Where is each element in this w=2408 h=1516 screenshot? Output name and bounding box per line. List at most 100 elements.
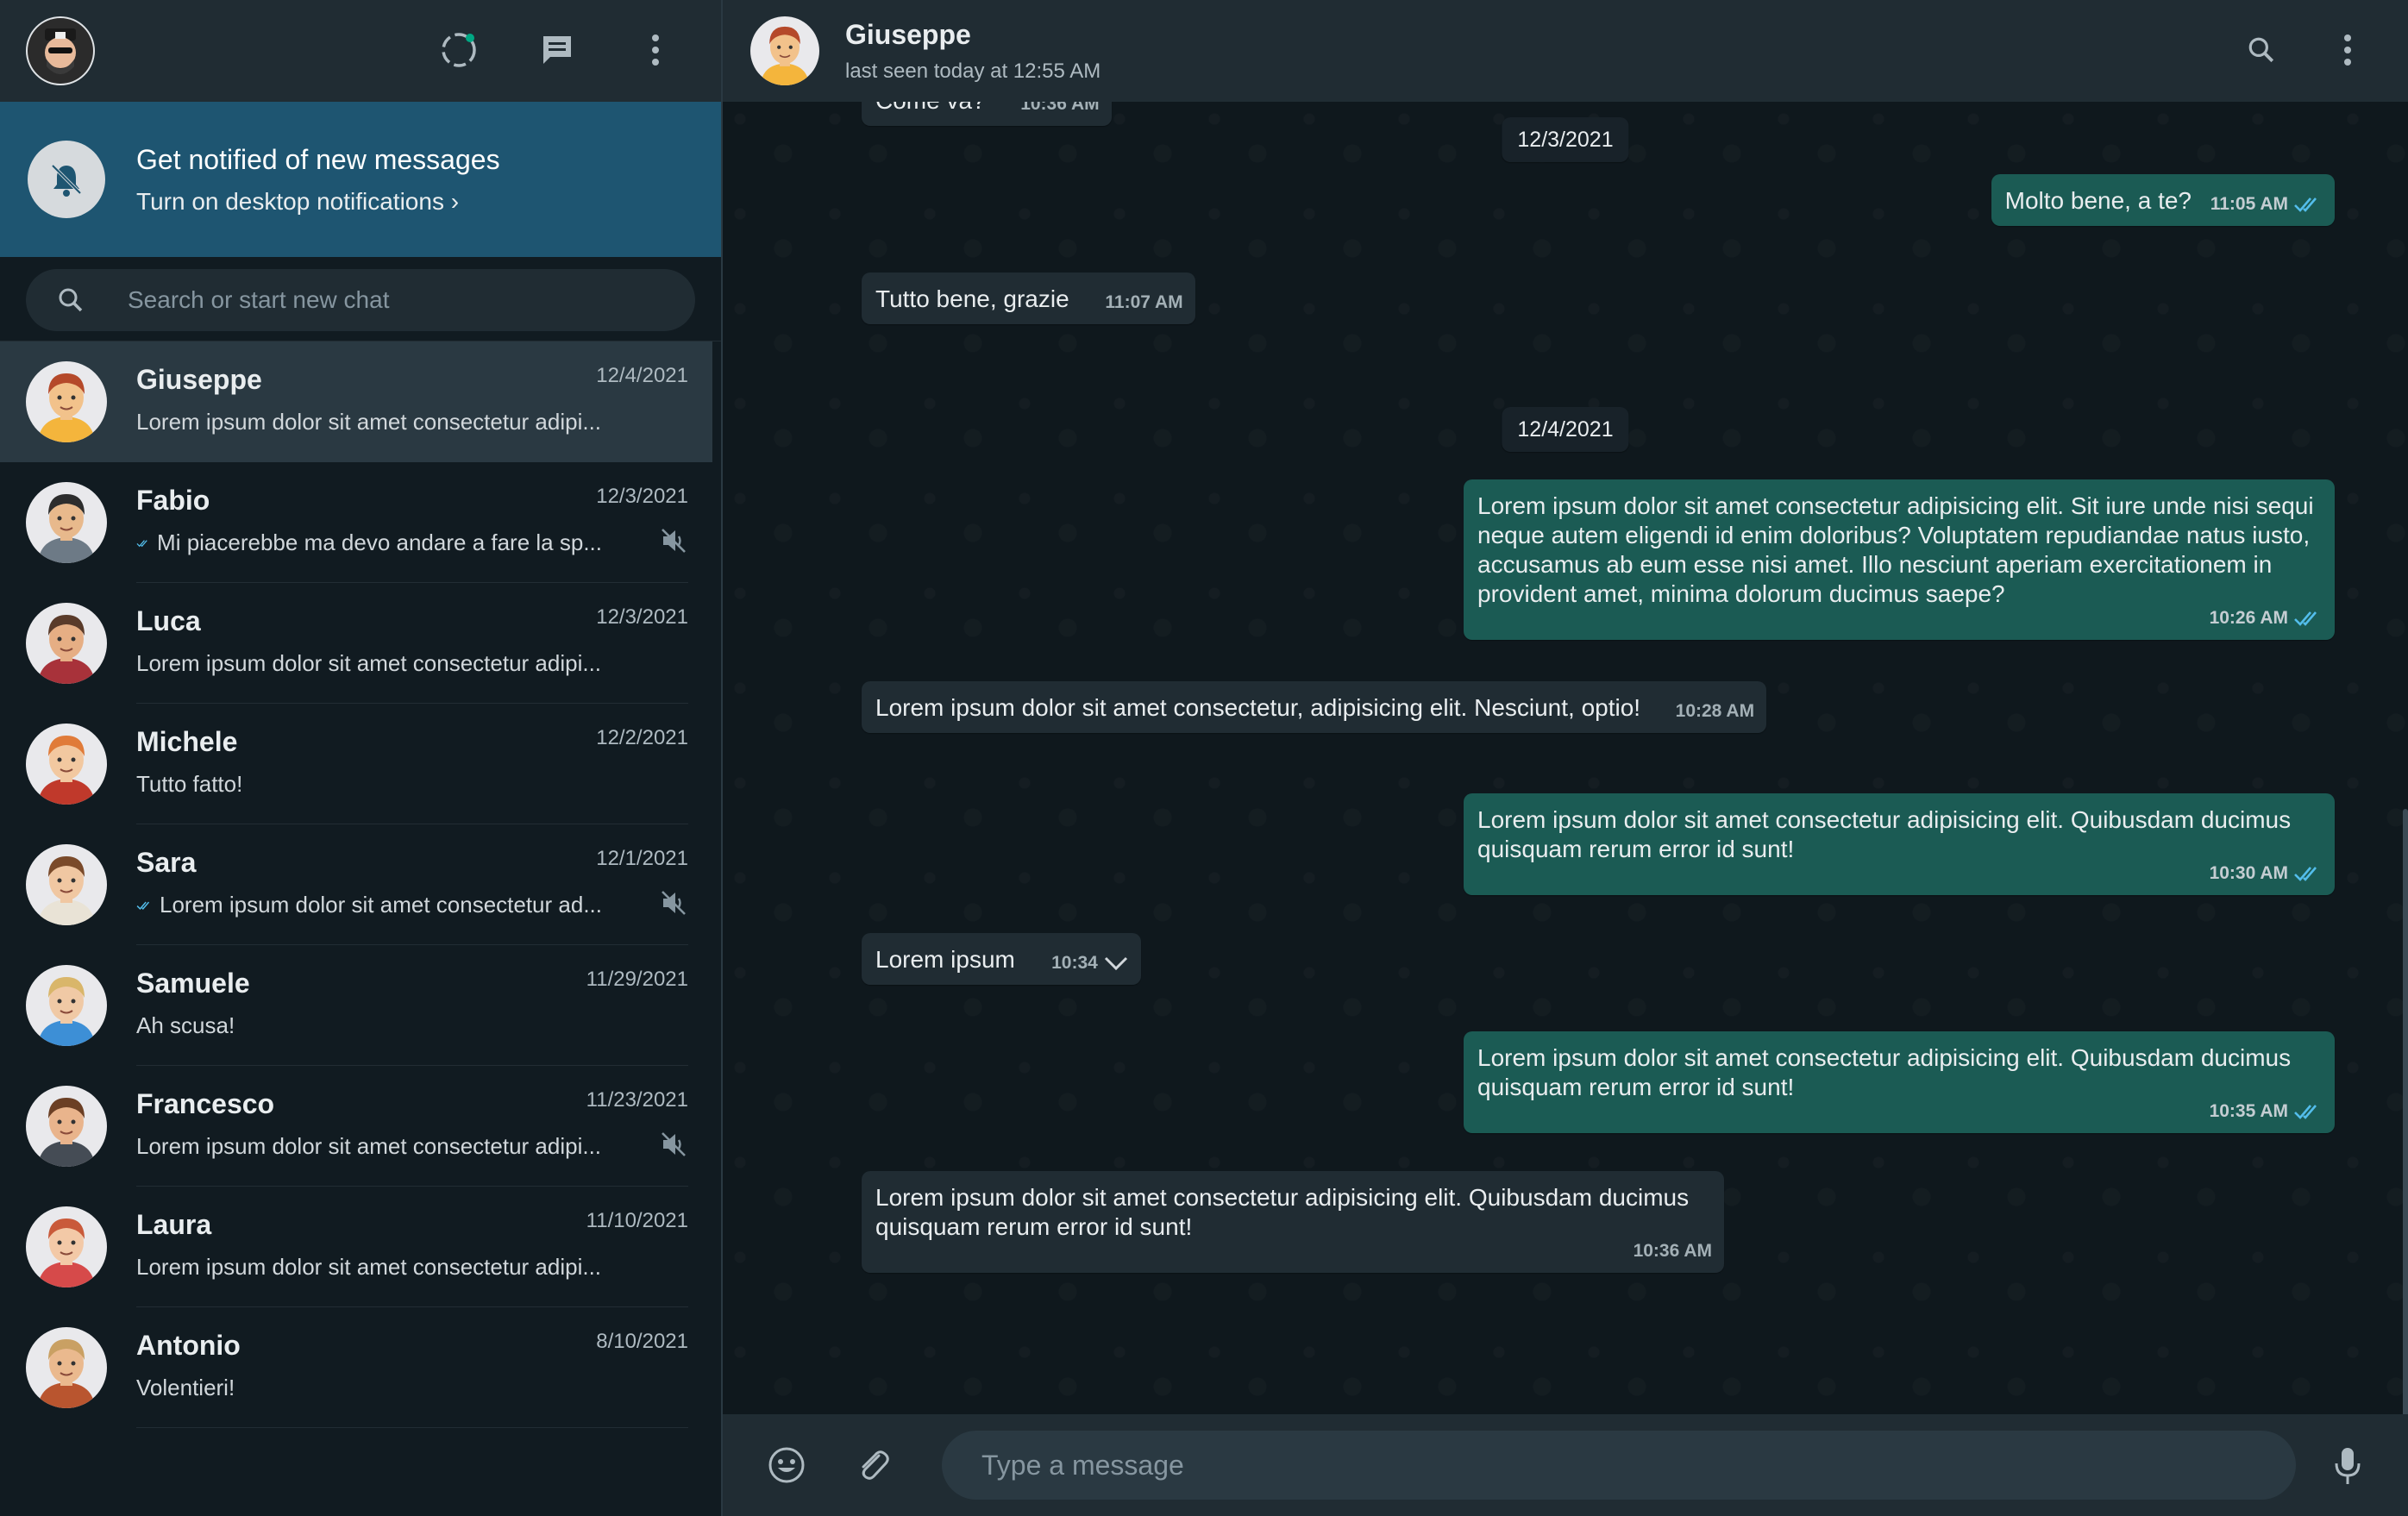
chat-preview: Lorem ipsum dolor sit amet consectetur a… [136, 409, 601, 435]
avatar [26, 603, 107, 684]
attach-button[interactable] [847, 1439, 899, 1491]
bell-off-icon [51, 164, 82, 197]
chat-date: 12/1/2021 [596, 847, 688, 870]
conversation-header[interactable]: Giuseppe last seen today at 12:55 AM [723, 0, 2408, 102]
chat-preview: Ah scusa! [136, 1012, 235, 1039]
avatar [26, 361, 107, 442]
message-text: Lorem ipsum dolor sit amet consectetur a… [1477, 492, 2314, 607]
chat-list-item[interactable]: Giuseppe 12/4/2021 Lorem ipsum dolor sit a… [0, 341, 712, 462]
chat-date: 12/3/2021 [596, 605, 688, 629]
chat-preview: Mi piacerebbe ma devo andare a fare la s… [136, 529, 602, 556]
status-button[interactable] [433, 24, 485, 76]
outgoing-message[interactable]: Lorem ipsum dolor sit amet consectetur a… [1464, 479, 2335, 640]
chat-date: 12/4/2021 [596, 364, 688, 387]
bell-off-avatar [28, 141, 105, 218]
mute-indicator [659, 526, 688, 560]
message-text: Lorem ipsum dolor sit amet consectetur a… [1477, 806, 2292, 862]
chat-list-item[interactable]: Luca 12/3/2021 Lorem ipsum dolor sit amet … [0, 583, 721, 704]
enable-notifications-link[interactable]: Turn on desktop notifications › [136, 188, 500, 216]
chat-name: Laura [136, 1209, 212, 1240]
voice-message-button[interactable] [2322, 1440, 2374, 1492]
avatar [26, 724, 107, 805]
mute-icon [662, 1132, 686, 1156]
chat-list-item[interactable]: Laura 11/10/2021 Lorem ipsum dolor sit ame… [0, 1187, 721, 1307]
notification-title: Get notified of new messages [136, 143, 500, 175]
chat-preview: Volentieri! [136, 1375, 235, 1401]
notification-banner[interactable]: Get notified of new messages Turn on des… [0, 102, 721, 257]
chat-name: Luca [136, 605, 201, 636]
conversation-panel: Giuseppe last seen today at 12:55 AM 12/… [723, 0, 2408, 1516]
attach-icon [862, 1450, 889, 1480]
contact-name: Giuseppe [845, 18, 971, 50]
chat-menu-button[interactable] [2322, 24, 2374, 76]
incoming-message[interactable]: Tutto bene, grazie 11:07 AM [862, 273, 1195, 324]
chat-name: Francesco [136, 1088, 275, 1119]
chat-name: Sara [136, 847, 197, 878]
status-icon [442, 33, 476, 67]
chat-list-item[interactable]: Antonio 8/10/2021 Volentieri! [0, 1307, 721, 1428]
my-avatar[interactable] [26, 16, 95, 85]
message-time: 10:35 AM [2209, 1101, 2288, 1121]
chat-preview-text: Lorem ipsum dolor sit amet consectetur a… [136, 650, 602, 676]
chat-preview-text: Lorem ipsum dolor sit amet consectetur a… [159, 892, 602, 918]
chat-list-item[interactable]: Michele 12/2/2021 Tutto fatto! [0, 704, 721, 824]
message-meta: 11:07 AM [1105, 288, 1182, 317]
outgoing-message[interactable]: Lorem ipsum dolor sit amet consectetur a… [1464, 793, 2335, 895]
chat-name: Samuele [136, 968, 250, 999]
chat-list-item[interactable]: Francesco 11/23/2021 Lorem ipsum dolor sit… [0, 1066, 721, 1187]
search-in-chat-button[interactable] [2236, 24, 2287, 76]
avatar [26, 844, 107, 925]
incoming-message[interactable]: Lorem ipsum 10:34 [862, 933, 1141, 985]
double-tick-icon [136, 539, 147, 547]
contact-avatar[interactable] [750, 16, 819, 85]
message-list[interactable]: Ciao!10:35 AM12/3/2021Come va?10:36 AMMo… [723, 102, 2408, 1414]
message-text: Lorem ipsum dolor sit amet consectetur, … [875, 694, 1641, 721]
mute-indicator [659, 1130, 688, 1163]
outgoing-message[interactable]: Molto bene, a te? 11:05 AM [1991, 174, 2335, 226]
outgoing-message[interactable]: Lorem ipsum dolor sit amet consectetur a… [1464, 1031, 2335, 1133]
message-input[interactable] [981, 1449, 2256, 1482]
emoji-button[interactable] [761, 1439, 812, 1491]
chat-preview: Lorem ipsum dolor sit amet consectetur a… [136, 650, 601, 677]
incoming-message[interactable]: Come va?10:36 AM [862, 102, 1112, 126]
message-text: Lorem ipsum dolor sit amet consectetur a… [1477, 1044, 2292, 1100]
chat-name: Giuseppe [136, 364, 262, 395]
message-meta: 10:36 AM [1634, 1237, 1712, 1266]
double-tick-icon [136, 901, 150, 910]
chat-preview: Tutto fatto! [136, 771, 242, 798]
double-tick-icon [2294, 867, 2317, 881]
chat-name: Antonio [136, 1330, 241, 1361]
message-time: 10:30 AM [2209, 863, 2288, 883]
sidebar-menu-button[interactable] [630, 24, 681, 76]
avatar [26, 482, 107, 563]
chat-list-item[interactable]: Sara 12/1/2021 Lorem ipsum dolor sit amet … [0, 824, 721, 945]
message-scrollbar[interactable] [2403, 809, 2408, 1414]
new-chat-button[interactable] [531, 24, 583, 76]
avatar [26, 965, 107, 1046]
chat-preview-text: Mi piacerebbe ma devo andare a fare la s… [157, 529, 602, 555]
chat-preview-text: Tutto fatto! [136, 771, 243, 797]
chat-date: 11/23/2021 [586, 1088, 688, 1112]
search-area [0, 257, 721, 341]
date-separator: 12/4/2021 [1502, 407, 1629, 452]
search-input[interactable] [128, 286, 645, 314]
message-meta: 10:36 AM [1020, 102, 1099, 119]
chat-preview-text: Volentieri! [136, 1375, 235, 1400]
chat-date: 11/29/2021 [586, 968, 688, 991]
message-meta: 10:26 AM [2210, 604, 2323, 633]
incoming-message[interactable]: Lorem ipsum dolor sit amet consectetur a… [862, 1171, 1724, 1273]
message-text: Lorem ipsum dolor sit amet consectetur a… [875, 1184, 1690, 1240]
chat-preview: Lorem ipsum dolor sit amet consectetur a… [136, 892, 602, 918]
mute-indicator [659, 888, 688, 922]
chevron-down-icon[interactable] [1103, 955, 1129, 972]
chat-date: 12/2/2021 [596, 726, 688, 749]
chat-list-item[interactable]: Samuele 11/29/2021 Ah scusa! [0, 945, 721, 1066]
message-meta: 10:28 AM [1676, 697, 1754, 726]
incoming-message[interactable]: Lorem ipsum dolor sit amet consectetur, … [862, 681, 1767, 733]
message-input-box[interactable] [942, 1431, 2296, 1500]
chat-list-item[interactable]: Fabio 12/3/2021 Mi piacerebbe ma devo anda… [0, 462, 721, 583]
mute-icon [662, 891, 686, 915]
message-meta: 10:35 AM [2210, 1097, 2323, 1126]
last-seen-status: last seen today at 12:55 AM [845, 59, 1101, 83]
search-box[interactable] [26, 269, 695, 331]
